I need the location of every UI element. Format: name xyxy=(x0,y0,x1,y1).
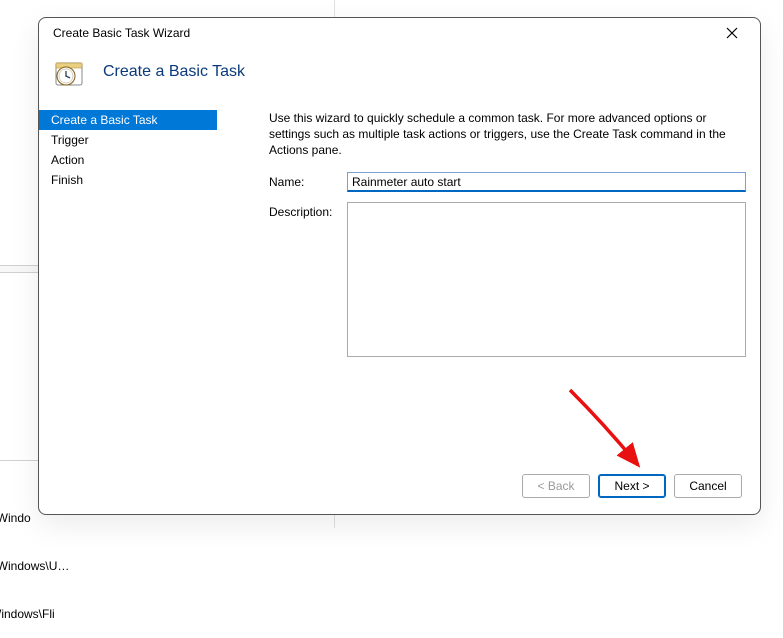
wizard-header: Create a Basic Task xyxy=(39,48,760,110)
clock-calendar-icon xyxy=(53,56,85,88)
cancel-button[interactable]: Cancel xyxy=(674,474,742,498)
wizard-body: Create a Basic Task Trigger Action Finis… xyxy=(39,110,760,462)
name-row: Name: xyxy=(269,172,746,192)
step-trigger[interactable]: Trigger xyxy=(39,130,217,150)
wizard-footer: < Back Next > Cancel xyxy=(39,462,760,514)
step-create-basic-task[interactable]: Create a Basic Task xyxy=(39,110,217,130)
description-row: Description: xyxy=(269,202,746,357)
description-label: Description: xyxy=(269,202,347,219)
wizard-dialog: Create Basic Task Wizard Create a Basic … xyxy=(38,17,761,515)
close-icon xyxy=(726,27,738,39)
next-button[interactable]: Next > xyxy=(598,474,666,498)
background-line xyxy=(0,460,38,461)
step-finish[interactable]: Finish xyxy=(39,170,217,190)
description-input[interactable] xyxy=(347,202,746,357)
window-title: Create Basic Task Wizard xyxy=(53,26,712,40)
instructions-text: Use this wizard to quickly schedule a co… xyxy=(269,110,746,158)
bg-path-3: ft\Windows\Fli xyxy=(0,606,69,622)
wizard-content: Use this wizard to quickly schedule a co… xyxy=(217,110,746,462)
wizard-steps: Create a Basic Task Trigger Action Finis… xyxy=(39,110,217,462)
name-input[interactable] xyxy=(347,172,746,192)
title-bar: Create Basic Task Wizard xyxy=(39,18,760,48)
step-action[interactable]: Action xyxy=(39,150,217,170)
name-label: Name: xyxy=(269,172,347,189)
back-button[interactable]: < Back xyxy=(522,474,590,498)
page-title: Create a Basic Task xyxy=(103,63,245,81)
close-button[interactable] xyxy=(712,19,752,47)
background-splitter xyxy=(0,265,38,273)
bg-path-2: oft\Windows\U… xyxy=(0,558,69,574)
